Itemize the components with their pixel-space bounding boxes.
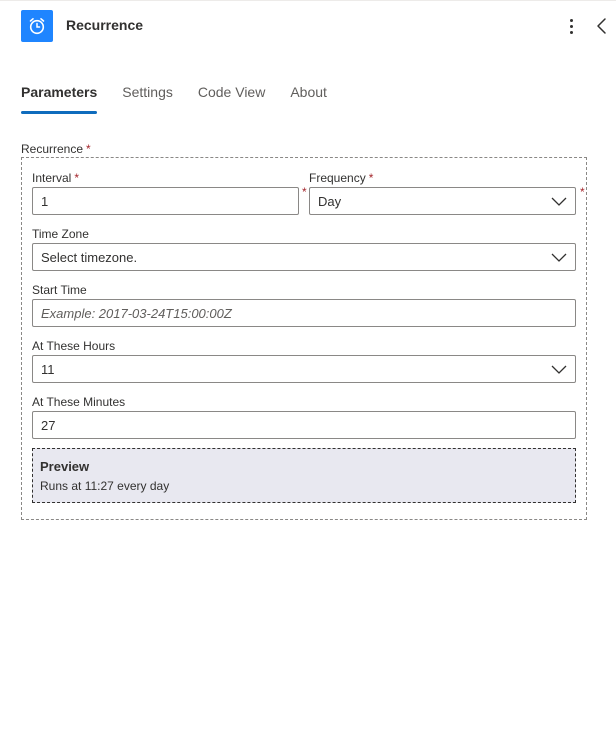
alarm-clock-icon	[21, 10, 53, 42]
chevron-left-icon	[597, 18, 606, 34]
required-marker: *	[302, 185, 307, 199]
time-zone-label: Time Zone	[32, 227, 89, 241]
at-these-hours-value: 11	[41, 361, 55, 377]
required-marker: *	[368, 171, 374, 185]
tab-label: Code View	[197, 84, 266, 100]
time-zone-dropdown[interactable]: Select timezone.	[32, 243, 576, 271]
at-these-hours-dropdown[interactable]: 11	[32, 355, 576, 383]
chevron-down-icon	[551, 197, 567, 206]
tab-bar: Parameters Settings Code View About	[21, 82, 352, 116]
section-label-text: Recurrence	[21, 142, 84, 156]
panel-header: Recurrence	[0, 0, 616, 56]
chevron-down-icon	[551, 365, 567, 374]
tab-code-view[interactable]: Code View	[198, 82, 265, 114]
interval-input[interactable]: 1	[32, 187, 299, 215]
panel-title: Recurrence	[66, 17, 144, 33]
more-dots-icon	[569, 18, 573, 22]
interval-value: 1	[41, 193, 49, 209]
start-time-label: Start Time	[32, 283, 87, 297]
preview-title: Preview	[40, 459, 90, 474]
tab-parameters[interactable]: Parameters	[21, 82, 98, 114]
more-dot	[569, 24, 573, 28]
at-these-minutes-input[interactable]: 27	[32, 411, 576, 439]
tab-label: About	[290, 84, 327, 100]
required-marker: *	[580, 185, 585, 199]
at-these-minutes-value: 27	[41, 417, 56, 433]
required-marker: *	[74, 171, 80, 185]
recurrence-section-label: Recurrence *	[21, 142, 91, 156]
schedule-preview: Preview Runs at 11:27 every day	[32, 448, 576, 503]
frequency-dropdown[interactable]: Day	[309, 187, 576, 215]
start-time-placeholder: Example: 2017-03-24T15:00:00Z	[41, 305, 232, 321]
frequency-label: Frequency *	[309, 171, 373, 185]
tab-settings[interactable]: Settings	[122, 82, 173, 114]
chevron-down-icon	[551, 253, 567, 262]
recurrence-panel: Recurrence Parameters Settings Code View…	[0, 0, 616, 737]
tab-label: Settings	[122, 84, 173, 100]
frequency-value: Day	[318, 193, 342, 209]
time-zone-value: Select timezone.	[41, 249, 138, 265]
frequency-label-text: Frequency	[309, 171, 366, 185]
collapse-panel-button[interactable]	[594, 14, 610, 38]
preview-text: Runs at 11:27 every day	[40, 479, 170, 493]
interval-label: Interval *	[32, 171, 79, 185]
more-dot	[569, 30, 573, 34]
active-tab-indicator	[21, 111, 98, 114]
tab-about[interactable]: About	[290, 82, 327, 114]
interval-label-text: Interval	[32, 171, 72, 185]
more-options-button[interactable]	[561, 14, 581, 38]
tab-label: Parameters	[21, 84, 98, 100]
at-these-minutes-label: At These Minutes	[32, 395, 126, 409]
required-marker: *	[86, 142, 91, 156]
start-time-input[interactable]: Example: 2017-03-24T15:00:00Z	[32, 299, 576, 327]
at-these-hours-label: At These Hours	[32, 339, 116, 353]
